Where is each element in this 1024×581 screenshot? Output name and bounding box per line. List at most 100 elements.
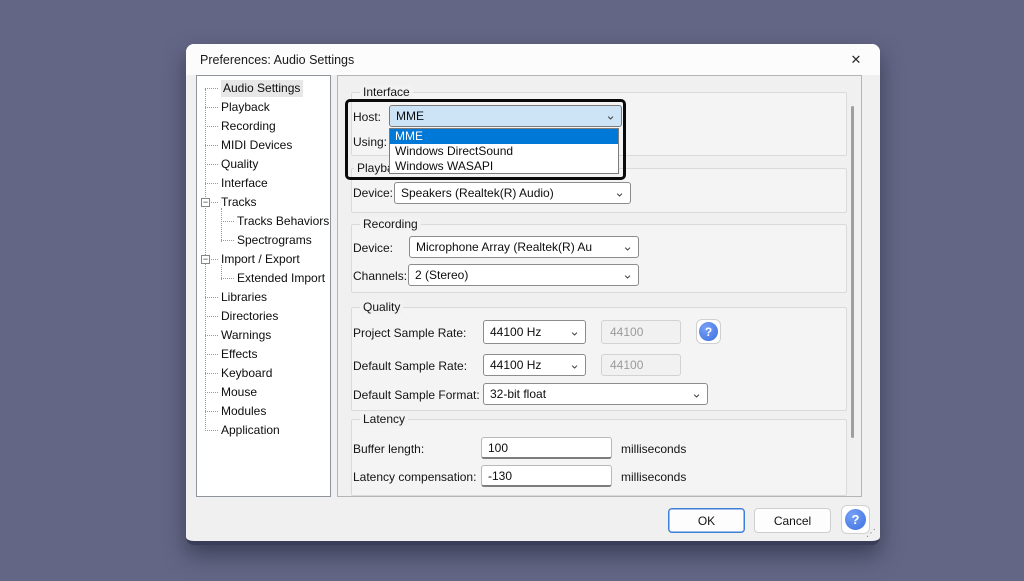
tree-connector [205, 373, 218, 374]
sidebar-item-tracks[interactable]: − Tracks [197, 193, 330, 212]
tree-connector [221, 221, 234, 222]
default-sample-rate-field-value: 44100 [610, 358, 643, 372]
tree-connector [221, 278, 234, 279]
preferences-dialog: Preferences: Audio Settings ✕ Audio Sett… [186, 44, 880, 545]
project-sample-rate-value: 44100 Hz [490, 325, 541, 339]
tree-connector [205, 354, 218, 355]
sidebar-item-label: Interface [221, 176, 268, 190]
sidebar-tree[interactable]: Audio SettingsPlayback Recording MIDI Devi… [196, 75, 331, 497]
sidebar-item-import-export[interactable]: − Import / Export [197, 250, 330, 269]
sidebar-item-label: Audio Settings [221, 80, 303, 97]
sidebar-item-quality[interactable]: Quality [197, 155, 330, 174]
chevron-down-icon: ⌄ [605, 108, 616, 121]
default-sample-rate-label: Default Sample Rate: [353, 359, 467, 373]
chevron-down-icon: ⌄ [622, 239, 633, 252]
sidebar-item-directories[interactable]: Directories [197, 307, 330, 326]
resize-grip[interactable]: ⋰ [866, 528, 875, 539]
sidebar-item-spectrograms[interactable]: Spectrograms [197, 231, 330, 250]
sidebar-item-label: Modules [221, 404, 266, 418]
sidebar-item-label: Spectrograms [237, 233, 312, 247]
project-rate-help-button[interactable]: ? [696, 319, 721, 344]
collapse-icon[interactable]: − [201, 198, 210, 207]
close-button[interactable]: ✕ [842, 48, 870, 71]
project-sample-rate-select[interactable]: 44100 Hz ⌄ [483, 320, 586, 344]
sidebar-item-label: Mouse [221, 385, 257, 399]
sidebar-item-label: Keyboard [221, 366, 272, 380]
sample-format-select[interactable]: 32-bit float ⌄ [483, 383, 708, 405]
buffer-length-input[interactable] [481, 437, 612, 459]
latency-compensation-label: Latency compensation: [353, 470, 476, 484]
host-dropdown-list[interactable]: MMEWindows DirectSoundWindows WASAPI [389, 128, 619, 174]
chevron-down-icon: ⌄ [614, 185, 625, 198]
chevron-down-icon: ⌄ [622, 267, 633, 280]
latency-compensation-unit: milliseconds [621, 470, 686, 484]
ok-button[interactable]: OK [668, 508, 745, 533]
latency-compensation-input[interactable] [481, 465, 612, 487]
sidebar-item-label: Directories [221, 309, 278, 323]
window-title: Preferences: Audio Settings [200, 53, 354, 67]
channels-label: Channels: [353, 269, 407, 283]
sample-format-value: 32-bit float [490, 387, 546, 401]
recording-device-select[interactable]: Microphone Array (Realtek(R) Au ⌄ [409, 236, 639, 258]
help-icon: ? [844, 508, 867, 531]
using-label: Using: [353, 135, 387, 149]
sidebar-item-modules[interactable]: Modules [197, 402, 330, 421]
host-option-windows-directsound[interactable]: Windows DirectSound [390, 144, 618, 159]
tree-connector [221, 240, 234, 241]
settings-panel: Interface Host: MME ⌄ Using: Playback De… [337, 75, 862, 497]
project-sample-rate-label: Project Sample Rate: [353, 326, 466, 340]
sidebar-item-midi-devices[interactable]: MIDI Devices [197, 136, 330, 155]
sidebar-item-label: MIDI Devices [221, 138, 292, 152]
sidebar-item-playback[interactable]: Playback [197, 98, 330, 117]
sidebar-item-mouse[interactable]: Mouse [197, 383, 330, 402]
sidebar-item-keyboard[interactable]: Keyboard [197, 364, 330, 383]
sidebar-item-warnings[interactable]: Warnings [197, 326, 330, 345]
tree-connector [205, 430, 218, 431]
recording-group-label: Recording [360, 217, 421, 231]
chevron-down-icon: ⌄ [691, 386, 702, 399]
sidebar-item-extended-import[interactable]: Extended Import [197, 269, 330, 288]
sidebar-item-label: Application [221, 423, 280, 437]
help-icon: ? [698, 321, 719, 342]
sidebar-item-label: Recording [221, 119, 276, 133]
project-sample-rate-field-value: 44100 [610, 325, 643, 339]
panel-scrollbar[interactable] [851, 106, 854, 438]
channels-value: 2 (Stereo) [415, 268, 468, 282]
collapse-icon[interactable]: − [201, 255, 210, 264]
sidebar-item-label: Libraries [221, 290, 267, 304]
host-option-mme[interactable]: MME [390, 129, 618, 144]
default-sample-rate-value: 44100 Hz [490, 358, 541, 372]
tree-connector [205, 297, 218, 298]
tree-connector [205, 126, 218, 127]
default-sample-rate-field: 44100 [601, 354, 681, 376]
quality-group-label: Quality [360, 300, 403, 314]
sidebar-item-label: Warnings [221, 328, 271, 342]
project-sample-rate-field: 44100 [601, 320, 681, 344]
channels-select[interactable]: 2 (Stereo) ⌄ [408, 264, 639, 286]
title-bar[interactable]: Preferences: Audio Settings ✕ [186, 44, 880, 75]
tree-connector [205, 411, 218, 412]
sidebar-item-tracks-behaviors[interactable]: Tracks Behaviors [197, 212, 330, 231]
chevron-down-icon: ⌄ [569, 357, 580, 370]
sidebar-item-effects[interactable]: Effects [197, 345, 330, 364]
cancel-button[interactable]: Cancel [754, 508, 831, 533]
host-label: Host: [353, 110, 381, 124]
sidebar-item-interface[interactable]: Interface [197, 174, 330, 193]
sidebar-item-recording[interactable]: Recording [197, 117, 330, 136]
playback-device-select[interactable]: Speakers (Realtek(R) Audio) ⌄ [394, 182, 631, 204]
host-option-windows-wasapi[interactable]: Windows WASAPI [390, 159, 618, 174]
tree-connector [205, 183, 218, 184]
sidebar-item-label: Import / Export [221, 252, 300, 266]
playback-device-label: Device: [353, 186, 393, 200]
default-sample-format-label: Default Sample Format: [353, 388, 480, 402]
sidebar-item-label: Quality [221, 157, 258, 171]
host-select[interactable]: MME ⌄ [389, 105, 622, 127]
sidebar-item-libraries[interactable]: Libraries [197, 288, 330, 307]
sidebar-item-application[interactable]: Application [197, 421, 330, 440]
sidebar-item-audio-settings[interactable]: Audio Settings [197, 79, 330, 98]
tree-connector [205, 335, 218, 336]
sidebar-item-label: Tracks [221, 195, 257, 209]
tree-connector [205, 107, 218, 108]
default-sample-rate-select[interactable]: 44100 Hz ⌄ [483, 354, 586, 376]
latency-group-label: Latency [360, 412, 408, 426]
